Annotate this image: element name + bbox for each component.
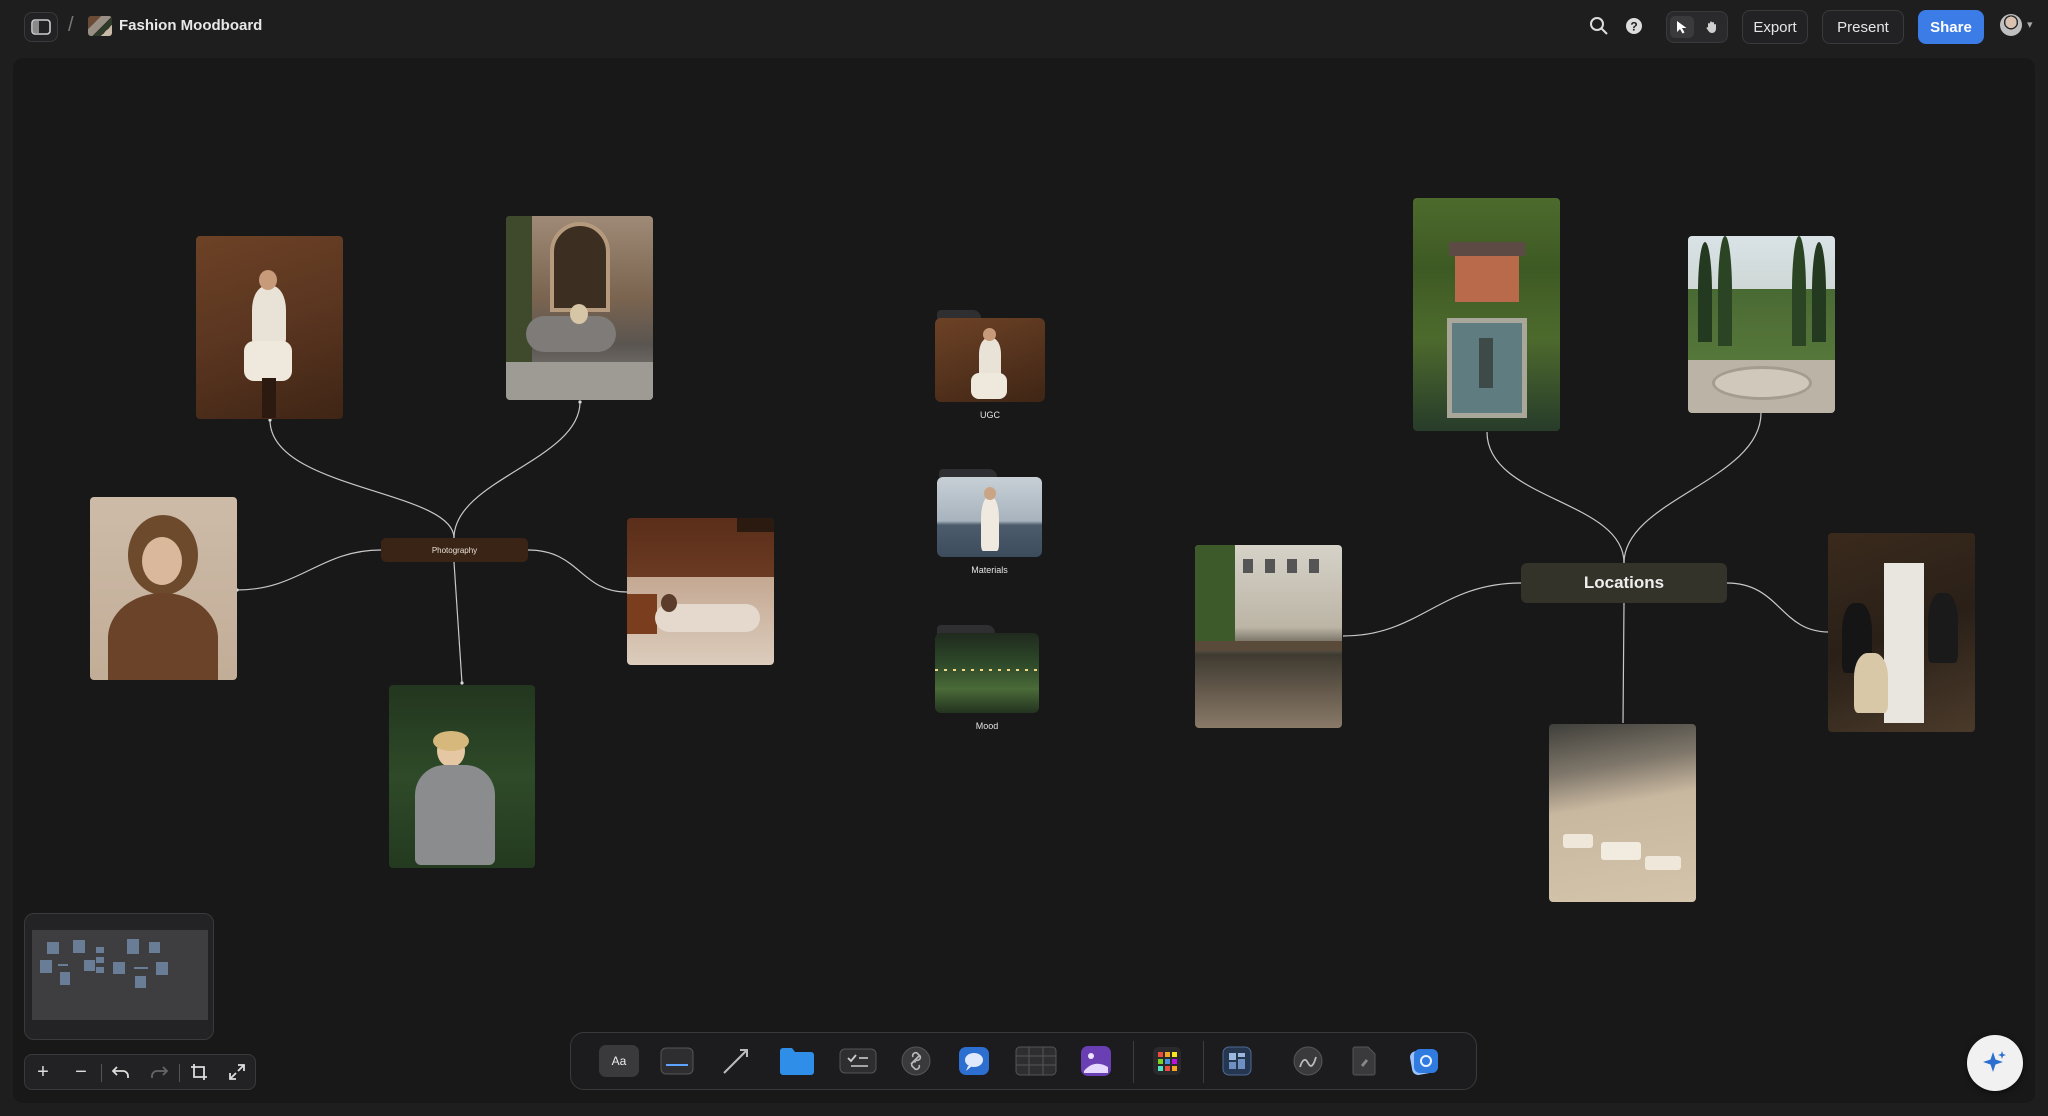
note-tool-button[interactable] <box>659 1045 695 1077</box>
fit-to-screen-button[interactable] <box>185 1059 213 1085</box>
board-canvas[interactable] <box>13 58 2035 1103</box>
photo-model-on-stone-steps[interactable] <box>506 216 653 400</box>
upload-tool-button[interactable] <box>1407 1045 1441 1077</box>
text-tool-button[interactable]: Aa <box>599 1045 639 1077</box>
share-button[interactable]: Share <box>1918 10 1984 44</box>
tool-mode-toggle <box>1666 11 1728 43</box>
document-icon <box>1352 1046 1376 1076</box>
folder-icon <box>780 1048 814 1075</box>
zoom-out-button[interactable]: − <box>67 1059 95 1085</box>
undo-button[interactable] <box>107 1059 135 1085</box>
comment-icon <box>959 1047 989 1075</box>
select-tool-button[interactable] <box>1670 16 1694 38</box>
hand-tool-button[interactable] <box>1700 16 1724 38</box>
table-icon <box>1015 1046 1057 1076</box>
photo-grey-suit-in-greenery[interactable] <box>389 685 535 868</box>
photo-beach-lounge-aerial[interactable] <box>1549 724 1696 902</box>
ai-assistant-button[interactable] <box>1967 1035 2023 1091</box>
arrow-icon <box>723 1049 748 1074</box>
apps-grid-icon <box>1153 1047 1181 1075</box>
checklist-icon <box>839 1048 877 1074</box>
hand-icon <box>1706 21 1716 33</box>
sketch-tool-button[interactable] <box>1291 1045 1325 1077</box>
board-title[interactable]: Fashion Moodboard <box>119 17 262 34</box>
folder-label-materials: Materials <box>971 565 1008 575</box>
apps-tool-button[interactable] <box>1151 1045 1183 1077</box>
chevron-down-icon[interactable]: ▾ <box>2027 18 2033 31</box>
folder-tool-button[interactable] <box>779 1045 815 1077</box>
image-icon <box>1081 1046 1111 1076</box>
photo-chateau-garden-pool[interactable] <box>1413 198 1560 431</box>
board-tool-button[interactable] <box>1221 1045 1253 1077</box>
folder-mood[interactable] <box>935 625 1039 715</box>
locations-hub-node[interactable]: Locations <box>1521 563 1727 603</box>
minimap[interactable] <box>24 913 214 1040</box>
photo-paris-cafe-terrace[interactable] <box>1195 545 1342 728</box>
photo-elegant-dinner-party[interactable] <box>1828 533 1975 732</box>
photo-wind-blown-hair-portrait[interactable] <box>90 497 237 680</box>
photo-reclining-model-sofa[interactable] <box>627 518 774 665</box>
photography-hub-node[interactable]: Photography <box>381 538 528 562</box>
image-tool-button[interactable] <box>1079 1045 1113 1077</box>
folder-label-ugc: UGC <box>980 410 1000 420</box>
table-tool-button[interactable] <box>1015 1045 1057 1077</box>
cursor-icon <box>1677 21 1687 34</box>
fullscreen-button[interactable] <box>223 1059 251 1085</box>
sparkle-icon <box>1983 1051 2006 1072</box>
zoom-controls: + − <box>24 1054 256 1090</box>
board-thumbnail-icon <box>88 16 112 36</box>
svg-text:?: ? <box>1630 20 1637 34</box>
link-icon <box>901 1046 931 1076</box>
present-button[interactable]: Present <box>1822 10 1904 44</box>
undo-icon <box>112 1066 129 1078</box>
folder-ugc[interactable] <box>935 310 1045 404</box>
export-button[interactable]: Export <box>1742 10 1808 44</box>
sketch-icon <box>1293 1046 1323 1076</box>
upload-icon <box>1410 1049 1438 1075</box>
note-icon <box>660 1047 694 1075</box>
sidebar-icon <box>31 19 51 35</box>
photo-portrait-seated-stool[interactable] <box>196 236 343 419</box>
search-icon[interactable] <box>1588 15 1610 37</box>
breadcrumb-separator: / <box>68 14 74 36</box>
board-icon <box>1222 1046 1252 1076</box>
link-tool-button[interactable] <box>899 1045 933 1077</box>
checklist-tool-button[interactable] <box>839 1045 877 1077</box>
minimap-viewport[interactable] <box>32 930 208 1020</box>
redo-icon <box>151 1066 168 1078</box>
user-avatar[interactable] <box>2000 14 2022 36</box>
folder-materials[interactable] <box>937 469 1042 559</box>
insert-toolbar: Aa <box>570 1032 1477 1090</box>
help-icon[interactable]: ? <box>1624 16 1644 36</box>
comment-tool-button[interactable] <box>957 1045 991 1077</box>
folder-label-mood: Mood <box>975 721 999 731</box>
arrow-tool-button[interactable] <box>719 1045 753 1077</box>
top-bar: / Fashion Moodboard ? Export Present Sha… <box>0 0 2048 56</box>
sidebar-toggle-button[interactable] <box>24 12 58 42</box>
zoom-in-button[interactable]: + <box>29 1059 57 1085</box>
photo-cypress-garden-fountain[interactable] <box>1688 236 1835 413</box>
document-tool-button[interactable] <box>1351 1045 1377 1077</box>
crop-icon <box>191 1064 207 1080</box>
redo-button[interactable] <box>145 1059 173 1085</box>
expand-icon <box>229 1064 245 1080</box>
